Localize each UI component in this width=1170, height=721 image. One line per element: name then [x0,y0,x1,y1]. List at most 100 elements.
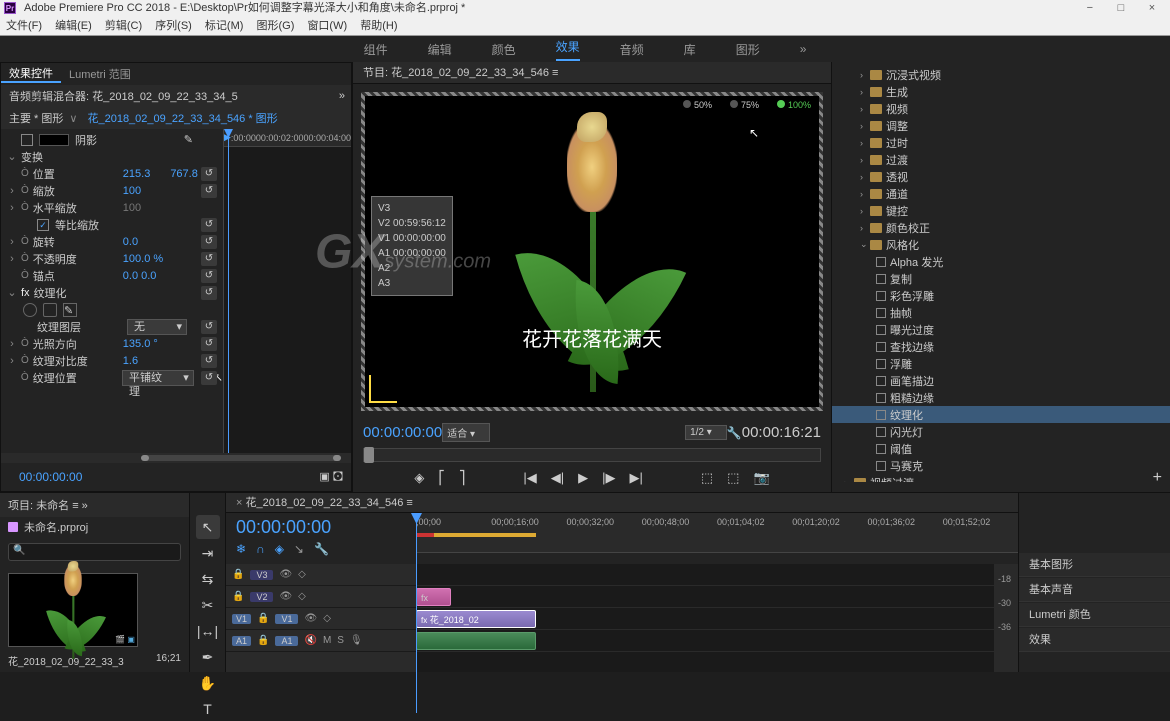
lightdir-reset[interactable]: ↺ [201,337,217,351]
track-header-v3[interactable]: 🔒V3👁◇ [226,564,416,586]
shadow-color-swatch[interactable] [39,134,69,146]
add-marker-icon[interactable]: ◈ [414,470,424,486]
shadow-checkbox[interactable] [21,134,33,146]
workspace-editing[interactable]: 编辑 [428,41,452,58]
panel-menu-icon[interactable]: » [339,90,345,102]
workspace-more[interactable]: » [800,42,807,56]
step-back-icon[interactable]: ◀| [551,470,564,486]
sequence-tab[interactable]: 花_2018_02_09_22_33_34_546 [246,497,404,509]
workspace-library[interactable]: 库 [684,41,696,58]
go-to-in-icon[interactable]: |◀ [523,470,536,486]
position-y[interactable]: 767.8 [170,168,198,180]
fx-emboss[interactable]: 浮雕 [832,355,1170,372]
fx-strobe[interactable]: 闪光灯 [832,423,1170,440]
workspace-effects[interactable]: 效果 [556,38,580,61]
folder-obsolete[interactable]: ›过时 [832,134,1170,151]
fit-dropdown[interactable]: 适合 ▾ [442,423,490,442]
folder-keying[interactable]: ›键控 [832,202,1170,219]
timeline-playhead[interactable] [416,513,417,713]
tab-essential-sound[interactable]: 基本声音 [1019,578,1170,602]
mark-in-icon[interactable]: ⎡ [438,470,445,486]
settings-wrench-icon[interactable]: 🔧 [727,426,742,440]
workspace-assembly[interactable]: 组件 [364,41,388,58]
folder-immersive[interactable]: ›沉浸式视频 [832,66,1170,83]
texturize-reset[interactable]: ↺ [201,286,217,300]
texcontrast-twirl[interactable]: › [7,355,17,367]
fx-texturize[interactable]: 纹理化 [832,406,1170,423]
anchor-reset[interactable]: ↺ [201,269,217,283]
timeline-ruler[interactable]: ;00;0000;00;16;0000;00;32;0000;00;48;000… [416,513,1018,553]
folder-stylize[interactable]: ⌄风格化 [832,236,1170,253]
fx-overexpose[interactable]: 曝光过度 [832,321,1170,338]
media-thumbnail[interactable]: 🎬 ▣ [8,573,138,647]
folder-video[interactable]: ›视频 [832,100,1170,117]
folder-channel[interactable]: ›通道 [832,185,1170,202]
slip-tool[interactable]: |↔| [196,619,220,643]
position-x[interactable]: 215.3 [123,168,151,180]
fx-brush[interactable]: 画笔描边 [832,372,1170,389]
ec-clip-link[interactable]: 花_2018_02_09_22_33_34_546 * 图形 [87,110,277,126]
folder-perspective[interactable]: ›透视 [832,168,1170,185]
mask-pen-icon[interactable]: ✎ [63,303,77,317]
menu-help[interactable]: 帮助(H) [360,20,397,32]
fx-color-emboss[interactable]: 彩色浮雕 [832,287,1170,304]
overwrite-icon[interactable]: 🔧 [314,542,329,556]
texture-layer-dropdown[interactable]: 无 [127,319,187,335]
selection-tool[interactable]: ↖ [196,515,220,539]
menu-file[interactable]: 文件(F) [6,20,42,32]
clip-graphic[interactable]: fx [416,588,451,606]
button-editor-icon[interactable]: + [1153,469,1162,487]
scale-twirl[interactable]: › [7,185,17,197]
menu-sequence[interactable]: 序列(S) [155,20,192,32]
minimize-button[interactable]: − [1076,0,1104,16]
clip-video-main[interactable]: fx 花_2018_02 [416,610,536,628]
fx-alpha-glow[interactable]: Alpha 发光 [832,253,1170,270]
hand-tool[interactable]: ✋ [196,671,220,695]
rotation-reset[interactable]: ↺ [201,235,217,249]
texpos-reset[interactable]: ↺ [201,371,217,385]
track-select-tool[interactable]: ⇥ [196,541,220,565]
track-v1[interactable]: fx 花_2018_02 [416,608,994,630]
audio-mixer-tab[interactable]: 音频剪辑混合器: 花_2018_02_09_22_33_34_5 [9,88,339,104]
menu-clip[interactable]: 剪辑(C) [105,20,142,32]
close-button[interactable]: × [1138,0,1166,16]
tab-effect-controls[interactable]: 效果控件 [1,65,61,83]
uniform-reset[interactable]: ↺ [201,218,217,232]
type-tool[interactable]: T [196,697,220,721]
folder-colorcorrect[interactable]: ›颜色校正 [832,219,1170,236]
lightdir-value[interactable]: 135.0 ° [123,338,158,350]
fx-replicate[interactable]: 复制 [832,270,1170,287]
program-tc-left[interactable]: 00:00:00:00 [363,424,442,441]
pen-tool[interactable]: ✒ [196,645,220,669]
anchor-value[interactable]: 0.0 0.0 [123,270,157,282]
workspace-color[interactable]: 颜色 [492,41,516,58]
rotation-twirl[interactable]: › [7,236,17,248]
linked-selection-icon[interactable]: ∩ [256,542,265,556]
mask-rect-icon[interactable] [43,303,57,317]
insert-icon[interactable]: ↘ [294,542,304,556]
ec-timecode[interactable]: 00:00:00:00 [9,466,92,488]
scale-reset[interactable]: ↺ [201,184,217,198]
track-header-a1[interactable]: A1🔒A1🔇MS🎙 [226,630,416,652]
project-search[interactable] [8,543,181,561]
opacity-value[interactable]: 100.0 % [123,253,163,265]
rotation-value[interactable]: 0.0 [123,236,138,248]
scale-value[interactable]: 100 [123,185,141,197]
mask-ellipse-icon[interactable] [23,303,37,317]
tab-lumetri-scopes[interactable]: Lumetri 范围 [61,66,139,82]
export-frame-icon[interactable]: 📷 [753,470,769,486]
folder-generate[interactable]: ›生成 [832,83,1170,100]
ripple-edit-tool[interactable]: ⇆ [196,567,220,591]
lift-icon[interactable]: ⬚ [701,470,713,486]
program-panel-menu[interactable]: ≡ [552,67,558,79]
folder-video-transitions[interactable]: ›视频过渡 [832,474,1170,482]
marker-icon[interactable]: ◈ [275,542,284,556]
track-header-v1[interactable]: V1🔒V1👁◇ [226,608,416,630]
transform-twirl[interactable]: ⌄ [7,150,17,163]
menu-graphics[interactable]: 图形(G) [256,20,294,32]
position-reset[interactable]: ↺ [201,167,217,181]
texcontrast-reset[interactable]: ↺ [201,354,217,368]
folder-transition[interactable]: ›过渡 [832,151,1170,168]
extract-icon[interactable]: ⬚ [727,470,739,486]
maximize-button[interactable]: □ [1107,0,1135,16]
